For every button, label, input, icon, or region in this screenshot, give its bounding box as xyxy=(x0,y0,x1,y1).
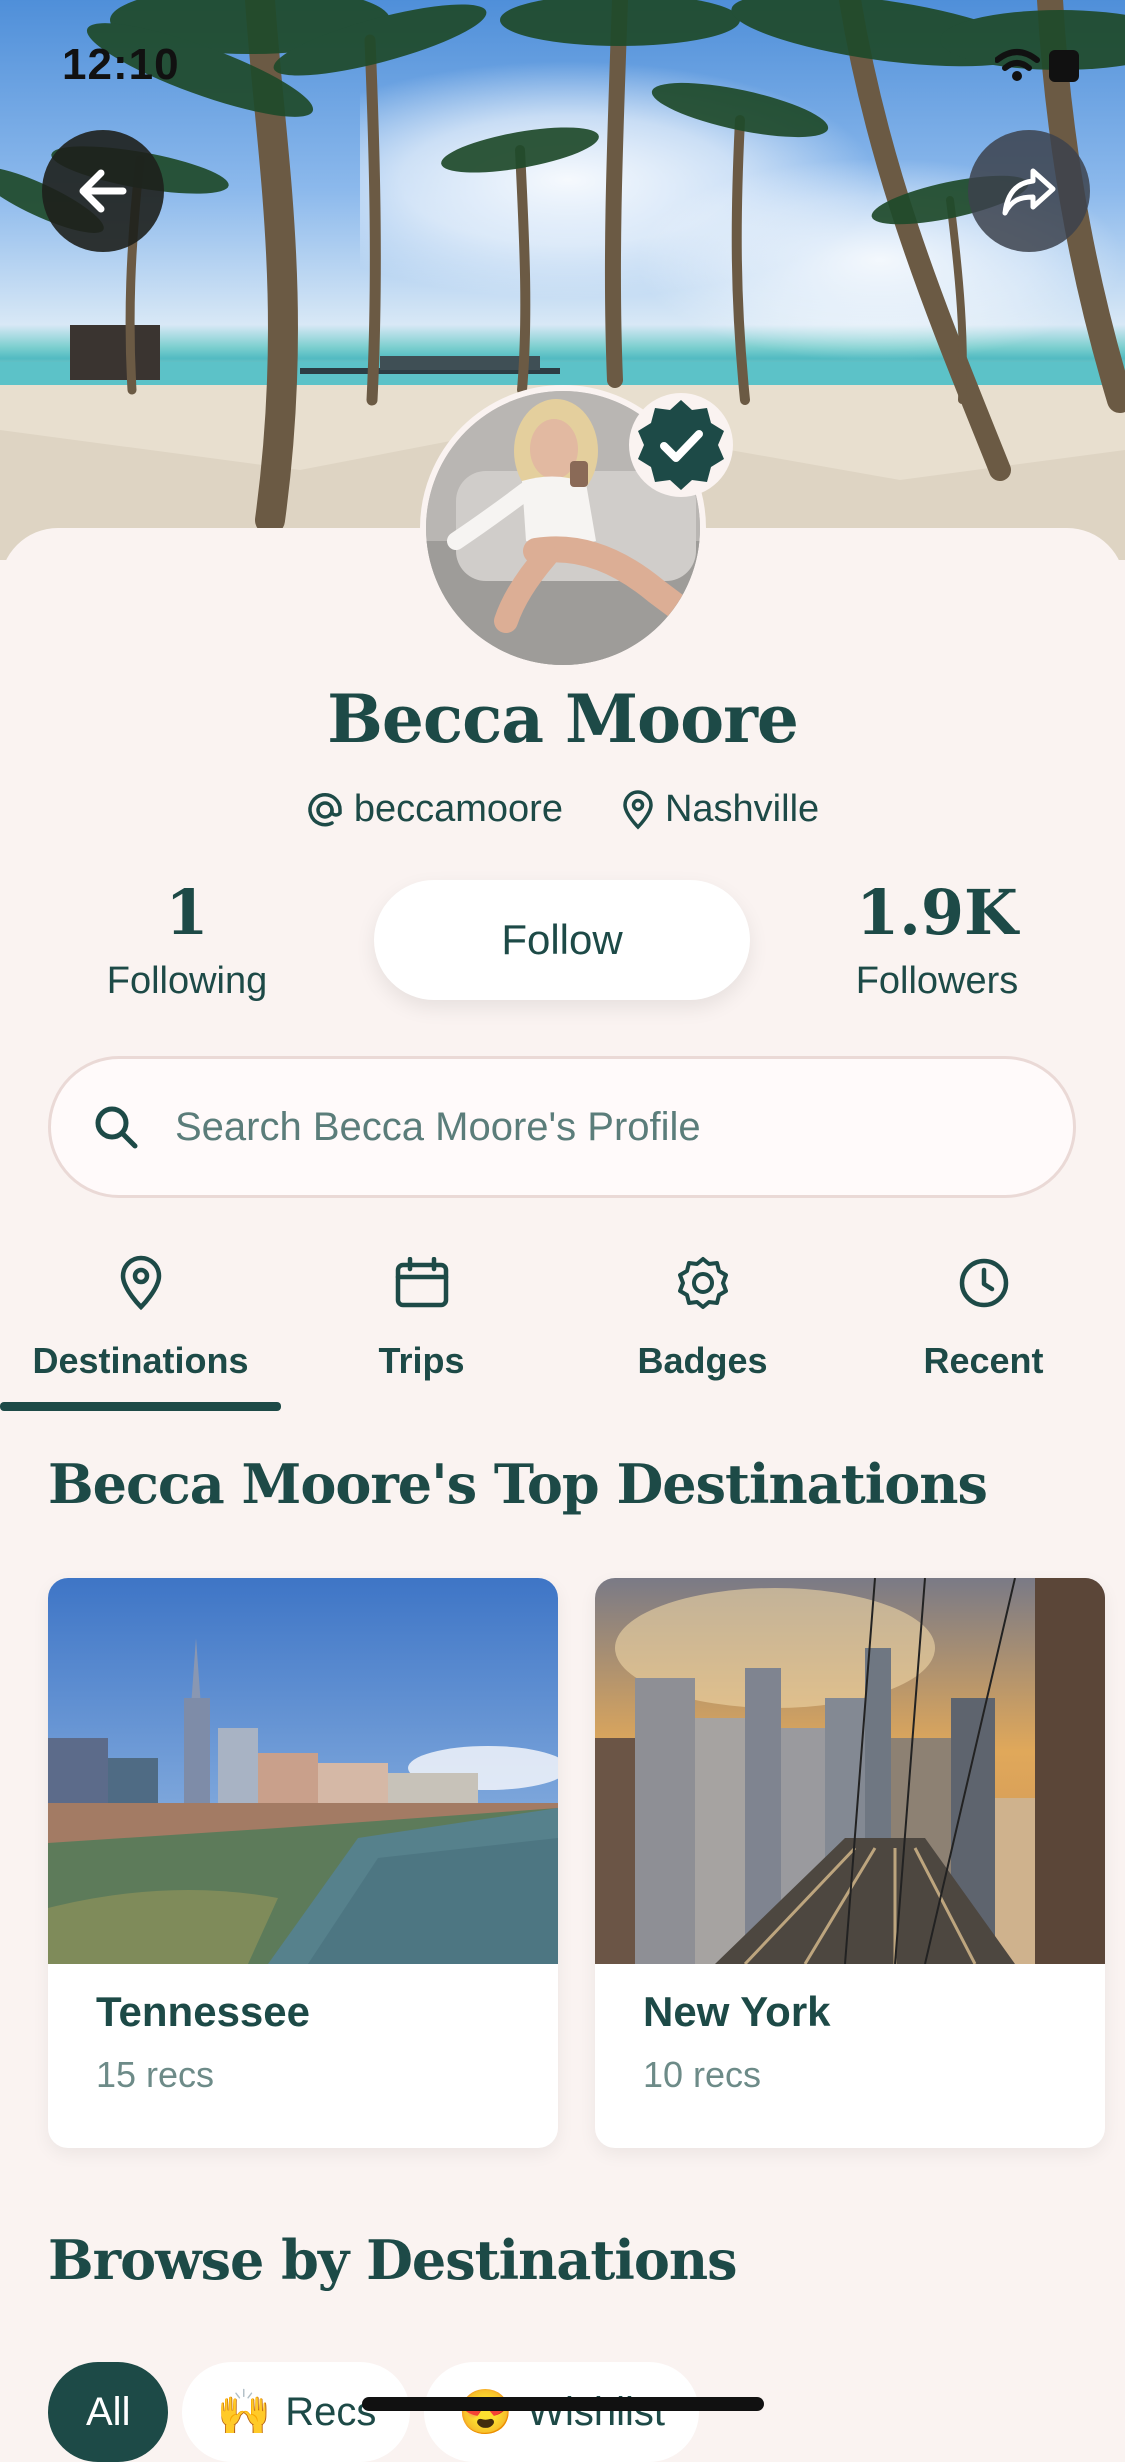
profile-tabs: Destinations Trips Badges Recent xyxy=(0,1252,1125,1412)
tab-trips[interactable]: Trips xyxy=(281,1252,562,1412)
top-destinations-title: Becca Moore's Top Destinations xyxy=(48,1452,988,1516)
search-placeholder: Search Becca Moore's Profile xyxy=(175,1104,701,1149)
battery-icon xyxy=(1049,50,1079,82)
status-icons xyxy=(994,46,1085,91)
tab-label: Recent xyxy=(923,1340,1044,1381)
share-button[interactable] xyxy=(968,130,1090,252)
chip-all[interactable]: All xyxy=(48,2362,169,2462)
back-button[interactable] xyxy=(42,130,164,252)
chip-wishlist[interactable]: 😍 Wishlist xyxy=(424,2362,699,2462)
verified-badge-icon xyxy=(626,390,736,505)
tab-destinations[interactable]: Destinations xyxy=(0,1252,281,1412)
chip-label: All xyxy=(86,2389,131,2434)
filter-chips: All 🙌 Recs 😍 Wishlist xyxy=(48,2362,699,2462)
search-input[interactable]: Search Becca Moore's Profile xyxy=(48,1056,1076,1198)
search-icon xyxy=(95,1106,138,1149)
browse-title: Browse by Destinations xyxy=(48,2228,738,2292)
destination-name: New York xyxy=(643,1988,831,2035)
calendar-icon xyxy=(395,1257,448,1308)
destination-card[interactable]: Tennessee 15 recs xyxy=(48,1578,558,2148)
profile-name: Becca Moore xyxy=(327,680,799,758)
followers-count: 1.9K xyxy=(856,876,1018,949)
destination-name: Tennessee xyxy=(96,1988,310,2035)
tab-badges[interactable]: Badges xyxy=(562,1252,843,1412)
destination-image xyxy=(48,1578,558,1964)
tab-label: Badges xyxy=(637,1340,768,1381)
tab-recent[interactable]: Recent xyxy=(843,1252,1124,1412)
handle-text: beccamoore xyxy=(353,788,563,830)
badge-icon xyxy=(677,1257,728,1309)
destination-image xyxy=(595,1578,1105,1964)
heart-eyes-icon: 😍 xyxy=(458,2388,514,2437)
location-text: Nashville xyxy=(664,788,820,830)
tab-label: Trips xyxy=(378,1340,465,1381)
status-time: 12:10 xyxy=(62,40,180,89)
destination-recs: 10 recs xyxy=(643,2054,762,2095)
tab-label: Destinations xyxy=(32,1340,249,1381)
follow-button[interactable]: Follow xyxy=(374,880,750,1000)
handle: beccamoore xyxy=(306,788,563,831)
chip-label: Recs xyxy=(285,2389,377,2434)
wifi-icon xyxy=(994,49,1040,81)
followers-label: Followers xyxy=(855,960,1019,1002)
chip-recs[interactable]: 🙌 Recs xyxy=(182,2362,411,2462)
raised-hands-icon: 🙌 xyxy=(216,2388,272,2437)
followers-stat[interactable]: 1.9K Followers xyxy=(787,882,1087,1003)
home-indicator xyxy=(362,2397,764,2411)
map-pin-icon xyxy=(623,789,653,829)
clock-icon xyxy=(959,1258,1008,1308)
arrow-left-icon xyxy=(79,169,127,213)
at-icon xyxy=(308,792,342,826)
following-label: Following xyxy=(106,960,268,1002)
destination-recs: 15 recs xyxy=(96,2054,215,2095)
active-tab-indicator xyxy=(0,1402,281,1411)
location: Nashville xyxy=(621,788,819,831)
map-pin-icon xyxy=(120,1255,161,1311)
destination-card[interactable]: New York 10 recs xyxy=(595,1578,1105,2148)
share-arrow-icon xyxy=(1002,168,1056,216)
profile-meta: beccamoore Nashville xyxy=(0,788,1125,831)
following-stat[interactable]: 1 Following xyxy=(37,882,337,1003)
following-count: 1 xyxy=(165,876,209,949)
